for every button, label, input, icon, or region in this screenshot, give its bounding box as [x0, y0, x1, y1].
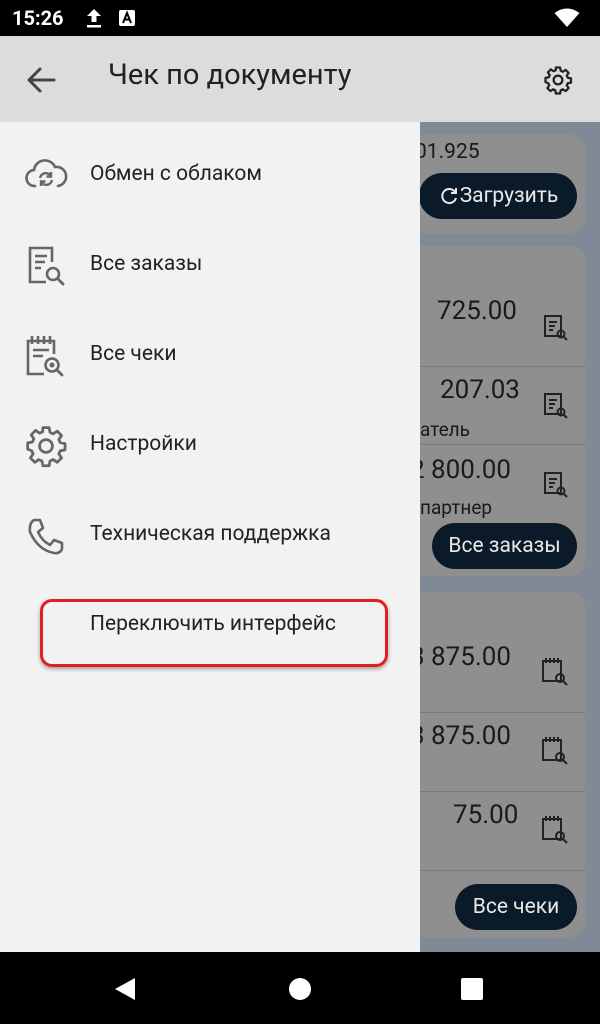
- order-search-icon: [28, 246, 65, 286]
- status-time: 15:26: [12, 6, 64, 30]
- receipt-amount: 75.00: [453, 800, 519, 830]
- order-amount: 725.00: [437, 296, 517, 326]
- system-nav-bar: [0, 952, 600, 1024]
- all-orders-label: Все заказы: [448, 534, 561, 558]
- drawer-item-label: Все чеки: [90, 342, 177, 366]
- refresh-icon: [441, 188, 457, 205]
- load-button[interactable]: Загрузить: [419, 173, 577, 219]
- back-arrow-icon[interactable]: [24, 63, 58, 97]
- order-sub: партнер: [420, 496, 493, 519]
- highlight-box: [40, 599, 388, 667]
- nav-home-icon[interactable]: [288, 977, 312, 1001]
- keyboard-icon: [119, 10, 135, 26]
- settings-gear-icon[interactable]: [543, 65, 573, 95]
- all-receipts-button[interactable]: Все чеки: [455, 884, 577, 930]
- phone-icon: [28, 518, 64, 555]
- drawer-item-all-orders[interactable]: Все заказы: [0, 222, 420, 312]
- receipt-doc-icon[interactable]: [541, 815, 569, 845]
- navigation-drawer: Обмен с облаком Все заказы Все чеки Наст…: [0, 122, 420, 952]
- drawer-item-settings[interactable]: Настройки: [0, 402, 420, 492]
- receipt-search-icon: [26, 336, 64, 377]
- order-amount: 207.03: [440, 375, 520, 405]
- app-bar: Чек по документу: [0, 36, 600, 122]
- cloud-sync-icon: [25, 159, 68, 188]
- receipt-amount: 3 875.00: [410, 721, 511, 751]
- receipt-amount: 3 875.00: [410, 642, 511, 672]
- sync-value: 01.925: [415, 140, 480, 164]
- order-doc-icon[interactable]: [543, 314, 569, 342]
- drawer-item-label: Все заказы: [90, 252, 203, 276]
- upload-icon: [87, 9, 101, 28]
- status-bar: 15:26: [0, 0, 600, 36]
- nav-recents-icon[interactable]: [460, 977, 484, 1001]
- gear-icon: [26, 426, 67, 468]
- page-title: Чек по документу: [108, 58, 352, 92]
- drawer-item-label: Настройки: [90, 432, 197, 456]
- wifi-icon: [554, 8, 580, 27]
- drawer-item-cloud-sync[interactable]: Обмен с облаком: [0, 132, 420, 222]
- drawer-item-label: Обмен с облаком: [90, 162, 262, 186]
- drawer-item-label: Техническая поддержка: [90, 522, 331, 546]
- all-orders-button[interactable]: Все заказы: [432, 523, 577, 569]
- order-doc-icon[interactable]: [543, 392, 569, 420]
- load-button-label: Загрузить: [459, 184, 559, 208]
- order-amount: 2 800.00: [410, 455, 511, 485]
- receipt-doc-icon[interactable]: [541, 657, 569, 687]
- all-receipts-label: Все чеки: [472, 895, 560, 919]
- receipt-doc-icon[interactable]: [541, 736, 569, 766]
- drawer-item-all-receipts[interactable]: Все чеки: [0, 312, 420, 402]
- order-doc-icon[interactable]: [543, 471, 569, 499]
- nav-back-icon[interactable]: [113, 976, 137, 1002]
- drawer-item-support[interactable]: Техническая поддержка: [0, 492, 420, 582]
- order-sub: атель: [420, 418, 470, 441]
